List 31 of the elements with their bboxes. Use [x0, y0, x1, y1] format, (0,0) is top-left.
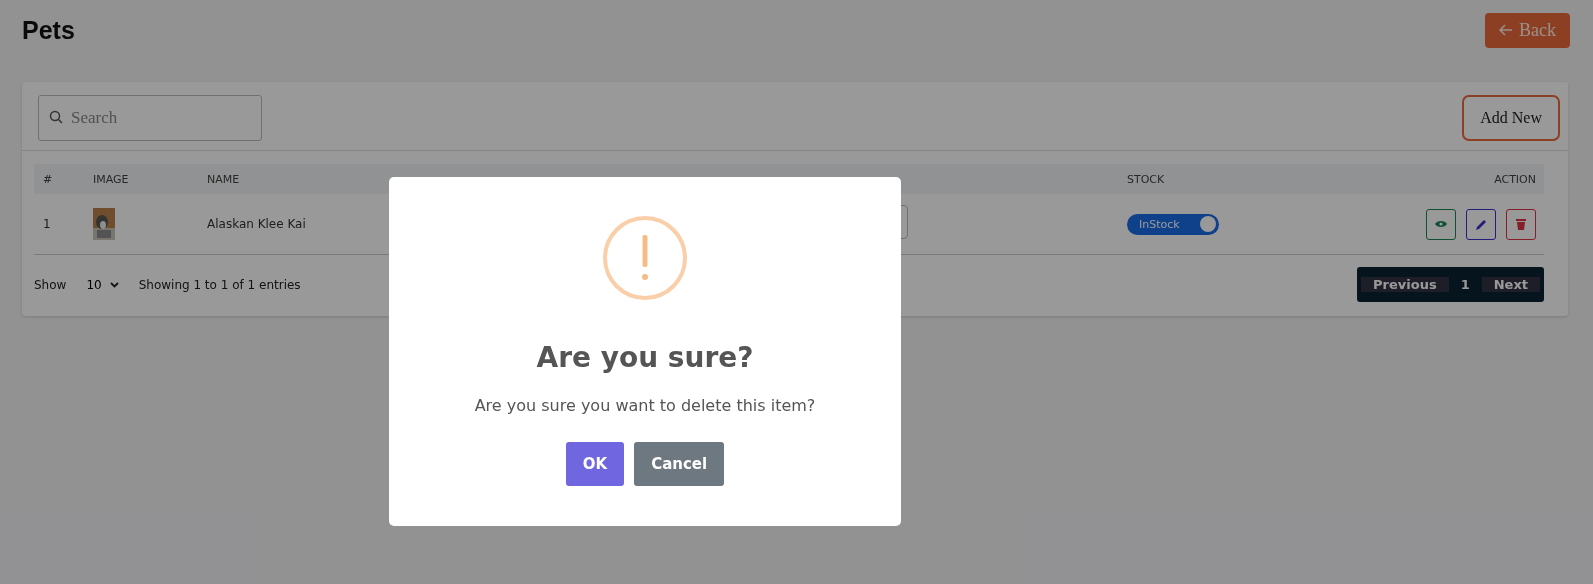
view-button[interactable] [1426, 208, 1456, 240]
pencil-icon [1475, 218, 1487, 230]
show-label: Show [34, 277, 67, 292]
warning-icon [602, 215, 688, 301]
stock-toggle[interactable]: InStock [1127, 213, 1219, 235]
pet-name: Alaskan Klee Kai [206, 217, 307, 231]
cancel-button[interactable]: Cancel [634, 442, 725, 486]
column-header: ACTION [1493, 172, 1537, 186]
page-title: Pets [22, 15, 75, 45]
search-field[interactable]: Search [38, 95, 262, 141]
edit-button[interactable] [1466, 208, 1496, 240]
column-header: # [42, 172, 54, 186]
add-new-button[interactable]: Add New [1462, 95, 1560, 141]
entries-info: Showing 1 to 1 of 1 entries [138, 277, 301, 292]
dialog-title: Are you sure? [536, 341, 754, 374]
search-icon [49, 110, 63, 124]
arrow-left-icon [1499, 23, 1513, 37]
column-header: STOCK [1126, 172, 1166, 186]
page-size-select[interactable]: 10 [86, 277, 119, 292]
eye-icon [1435, 220, 1447, 228]
column-header: NAME [206, 172, 241, 186]
column-header: IMAGE [92, 172, 130, 186]
trash-icon [1516, 218, 1526, 230]
page-button[interactable]: 1 [1448, 277, 1482, 292]
chevron-down-icon [109, 281, 119, 288]
previous-button[interactable]: Previous [1361, 277, 1449, 292]
next-button[interactable]: Next [1481, 277, 1540, 292]
row-number: 1 [42, 217, 52, 231]
delete-button[interactable] [1506, 208, 1536, 240]
dialog-message: Are you sure you want to delete this item? [474, 396, 816, 415]
ok-button[interactable]: OK [565, 442, 625, 486]
